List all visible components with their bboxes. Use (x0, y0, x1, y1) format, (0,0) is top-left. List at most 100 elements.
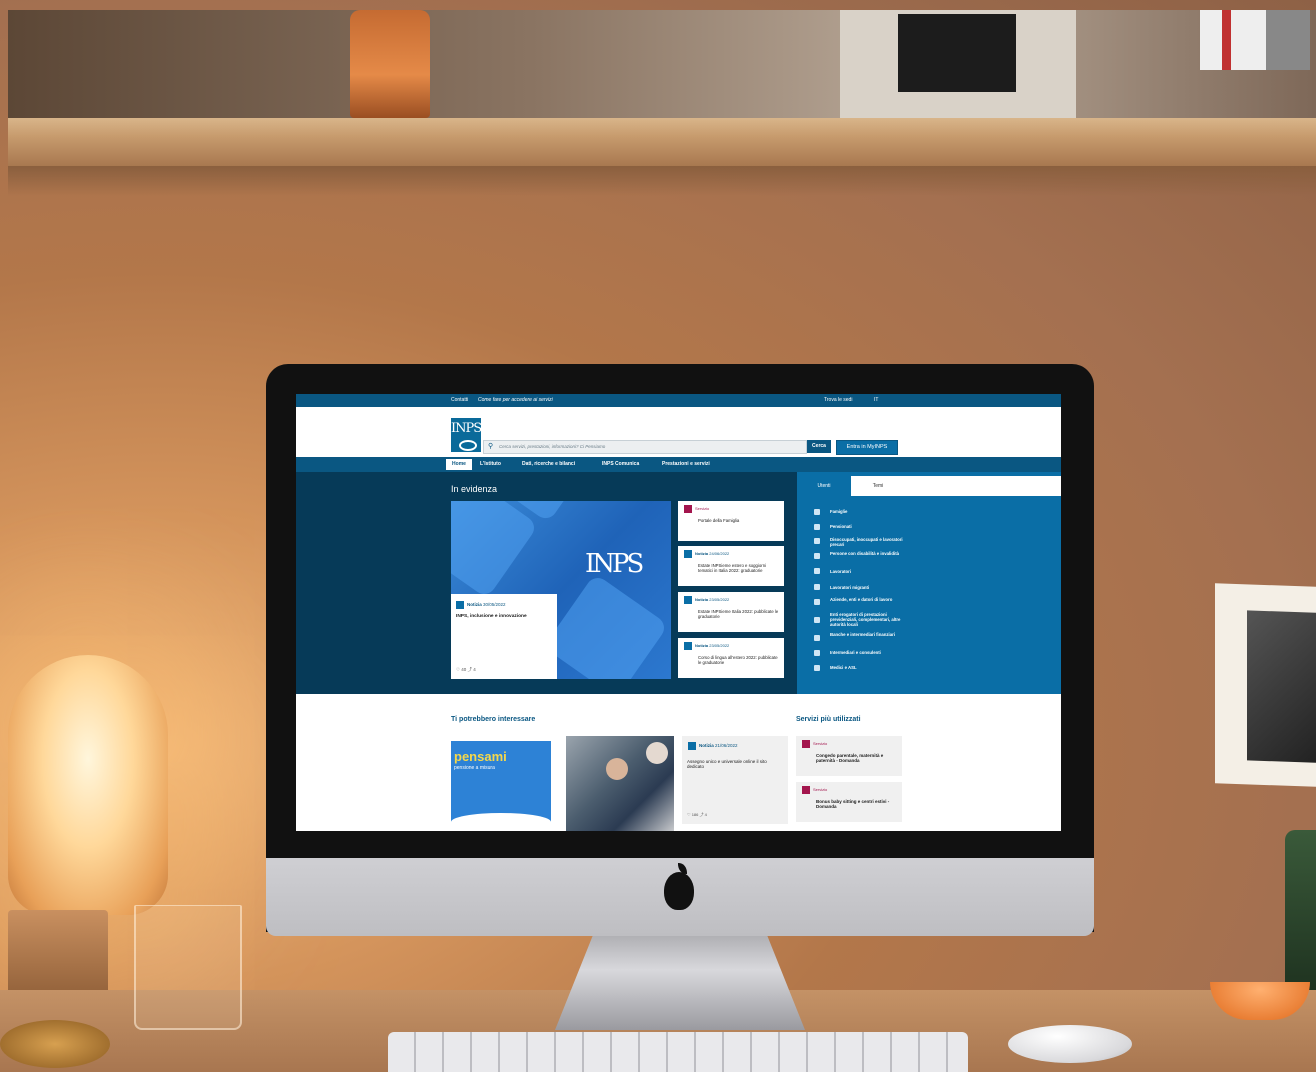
category-link[interactable]: Intermediari e consulenti (830, 650, 910, 655)
imac-stand (555, 930, 805, 1030)
card-meta: Notizia 23/05/2022 (684, 596, 729, 604)
search-icon: ⚲ (488, 443, 494, 450)
card-title: Estate INPSieme estero e soggiorni temat… (698, 563, 767, 573)
nav-prestazioni[interactable]: Prestazioni e servizi (662, 461, 710, 467)
nav-comunica[interactable]: INPS Comunica (602, 461, 639, 467)
tools-icon (814, 568, 820, 574)
language-selector[interactable]: IT (874, 397, 878, 403)
service-icon (802, 740, 810, 748)
mouse (1008, 1025, 1132, 1063)
side-card[interactable]: Notizia 24/06/2022 Estate INPSieme ester… (678, 546, 784, 586)
framed-picture (840, 10, 1076, 118)
category-link[interactable]: Lavoratori migranti (830, 585, 910, 590)
top-utility-bar: Contatti Come fare per accedere ai servi… (296, 394, 1061, 407)
pensami-card[interactable]: pensami pensione a misura (451, 741, 551, 831)
user-categories-panel (797, 472, 1061, 694)
umbrella-icon (814, 524, 820, 530)
inps-big-logo: INPS (585, 549, 644, 579)
side-card[interactable]: Notizia 23/05/2022 Estate INPSieme Itali… (678, 592, 784, 632)
category-link[interactable]: Persone con disabilità e invalidità (830, 551, 910, 556)
side-card[interactable]: Notizia 23/05/2022 Corso di lingua all'e… (678, 638, 784, 678)
orange-vase (350, 10, 430, 118)
books (1200, 10, 1310, 70)
card-meta: Servizio (802, 786, 827, 794)
nav-istituto[interactable]: L'Istituto (480, 461, 501, 467)
room-scene: Contatti Come fare per accedere ai servi… (0, 0, 1316, 1072)
services-title: Servizi più utilizzati (796, 716, 861, 723)
panel-tabs: Utenti Temi (797, 476, 1061, 496)
apple-logo-icon (664, 863, 694, 910)
card-meta: Servizio (684, 505, 709, 513)
card-title: Corso di lingua all'estero 2022: pubblic… (698, 655, 778, 665)
nav-home[interactable]: Home (446, 459, 472, 470)
site-header: INPS ⚲ Cerca servizi, prestazioni, infor… (296, 407, 1061, 457)
featured-card[interactable]: INPS Notizia 30/05/2022 INPS, inclusione… (451, 501, 671, 679)
pensami-subtitle: pensione a misura (454, 765, 495, 771)
medical-icon (814, 665, 820, 671)
table-lamp (8, 655, 168, 915)
building-icon (814, 599, 820, 605)
service-card[interactable]: Servizio Bonus baby sitting e centri est… (796, 782, 902, 822)
category-link[interactable]: Lavoratori (830, 569, 910, 574)
tab-utenti[interactable]: Utenti (797, 476, 851, 496)
interest-title: Ti potrebbero interessare (451, 716, 536, 723)
accesso-link[interactable]: Come fare per accedere ai servizi (478, 397, 553, 403)
person-face (646, 742, 668, 764)
bank-icon (814, 635, 820, 641)
tab-temi[interactable]: Temi (851, 476, 905, 496)
shelf-shadow (8, 166, 1316, 196)
person-face (606, 758, 628, 780)
card-title: Portale della Famiglia (698, 518, 740, 523)
myinps-button[interactable]: Entra in MyINPS (836, 440, 898, 455)
service-card[interactable]: Servizio Congedo parentale, maternità e … (796, 736, 902, 776)
seniors-photo[interactable] (566, 736, 674, 831)
side-card[interactable]: Servizio Portale della Famiglia (678, 501, 784, 541)
category-link[interactable]: Pensionati (830, 524, 910, 529)
person-icon (814, 538, 820, 544)
briefcase-icon (814, 650, 820, 656)
news-icon (684, 596, 692, 604)
accessibility-icon (814, 553, 820, 559)
keyboard (388, 1032, 968, 1072)
institution-icon (814, 617, 820, 623)
background-wall (8, 10, 1316, 120)
nav-dati[interactable]: Dati, ricerche e bilanci (522, 461, 575, 467)
search-input[interactable]: ⚲ Cerca servizi, prestazioni, informazio… (483, 440, 807, 454)
plant (1285, 830, 1316, 990)
category-link[interactable]: Medici e ASL (830, 665, 910, 670)
category-link[interactable]: Enti erogatori di prestazioni previdenzi… (830, 612, 910, 627)
decor-shape (451, 501, 539, 599)
card-likes[interactable]: ♡ 186 ⤴ 4 (687, 812, 707, 818)
card-meta: Notizia 30/05/2022 (456, 601, 506, 609)
news-icon (456, 601, 464, 609)
wave-decor (451, 813, 551, 831)
lower-section (296, 694, 1061, 831)
wooden-shelf (8, 118, 1316, 166)
skyline-artwork (898, 14, 1016, 92)
photo-frame (1215, 583, 1316, 787)
category-link[interactable]: Aziende, enti e datori di lavoro (830, 597, 910, 602)
main-nav: Home L'Istituto Dati, ricerche e bilanci… (296, 457, 1061, 472)
decor-shape (543, 573, 669, 679)
gold-tray (0, 1020, 110, 1068)
category-link[interactable]: Banche e intermediari finanziari (830, 632, 910, 637)
search-button[interactable]: Cerca (807, 440, 831, 453)
contatti-link[interactable]: Contatti (451, 397, 468, 403)
category-link[interactable]: Famiglie (830, 509, 910, 514)
card-title: Bonus baby sitting e centri estivi - Dom… (816, 799, 890, 809)
news-icon (684, 642, 692, 650)
hero-title: In evidenza (451, 484, 498, 494)
trova-sedi-link[interactable]: Trova le sedi (824, 397, 852, 403)
card-title: Assegno unico e universale online il sit… (687, 759, 767, 769)
card-likes[interactable]: ♡ 40 ⤴ 4 (456, 667, 476, 673)
card-meta: Notizia 24/06/2022 (684, 550, 729, 558)
pensami-word: pensami (454, 749, 507, 764)
category-link[interactable]: Disoccupati, inoccupati e lavoratori pre… (830, 537, 910, 547)
water-glass (134, 905, 242, 1030)
card-title[interactable]: INPS, inclusione e innovazione (456, 614, 552, 619)
service-icon (802, 786, 810, 794)
inps-logo[interactable]: INPS (451, 418, 482, 452)
card-meta: Notizia 23/05/2022 (684, 642, 729, 650)
card-title: Estate INPSieme Italia 2022: pubblicate … (698, 609, 779, 619)
news-card[interactable]: Notizia 21/06/2022 Assegno unico e unive… (682, 736, 788, 824)
